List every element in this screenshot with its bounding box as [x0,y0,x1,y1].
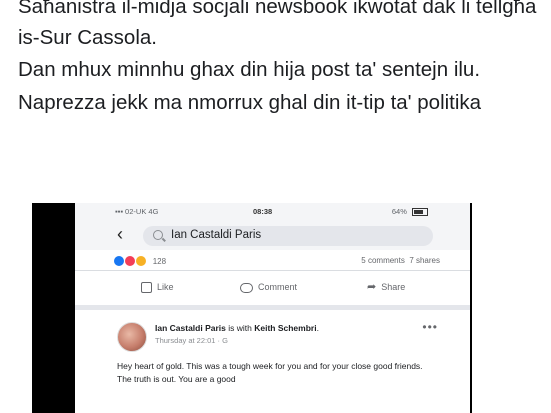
share-label: Share [381,282,406,292]
post-line-2: Dan mhux minnhu ghax din hija post ta' s… [18,58,481,81]
comment-button[interactable]: Comment [240,282,297,293]
more-options-icon[interactable]: ••• [422,320,438,334]
comment-label: Comment [258,282,298,292]
battery-icon [412,208,428,217]
post-text: Saħanistra il-midja soċjali newsbook ikw… [18,0,538,120]
embedded-screenshot[interactable]: ▪▪▪ 02-UK 4G 08:38 64% ‹ Ian Castaldi Pa… [75,203,470,413]
status-bar: ▪▪▪ 02-UK 4G 08:38 64% [75,203,470,220]
like-button[interactable]: Like [141,282,174,294]
post-line-1: Saħanistra il-midja soċjali newsbook ikw… [18,0,537,49]
post-timestamp[interactable]: Thursday at 22:01 · G [155,336,228,345]
post-body: Hey heart of gold. This was a tough week… [117,361,423,384]
thumbs-up-icon [141,282,152,294]
search-icon [153,230,163,240]
post-stats: 128 5 comments 7 shares [75,250,470,271]
tagged-name[interactable]: Keith Schembri [254,323,316,333]
like-reaction-icon [113,255,125,267]
share-count: 7 shares [409,256,440,265]
wow-reaction-icon [135,255,148,267]
comments-shares[interactable]: 5 comments 7 shares [361,256,440,265]
clock: 08:38 [253,207,273,216]
with-text: is with [225,323,255,333]
like-label: Like [157,282,174,292]
action-bar: Like Comment ➦ Share [75,271,470,310]
search-query: Ian Castaldi Paris [171,229,262,241]
share-arrow-icon: ➦ [367,281,377,294]
comment-count: 5 comments [361,256,405,265]
battery-indicator: 64% [391,207,428,217]
battery-percent: 64% [391,207,407,216]
avatar[interactable] [117,322,147,352]
reaction-count: 128 [152,256,167,266]
search-header: ‹ Ian Castaldi Paris [75,220,470,250]
search-input[interactable]: Ian Castaldi Paris [143,226,433,246]
back-arrow-icon[interactable]: ‹ [117,224,123,245]
reaction-summary[interactable]: 128 [113,255,166,267]
carrier-label: ▪▪▪ 02-UK 4G [115,207,159,216]
post-author-line: Ian Castaldi Paris is with Keith Schembr… [155,323,319,333]
author-period: . [316,323,319,333]
post-line-3: Naprezza jekk ma nmorrux ghal din it-tip… [18,90,482,114]
author-name[interactable]: Ian Castaldi Paris [155,323,226,333]
comment-icon [240,282,253,293]
feed-post: Ian Castaldi Paris is with Keith Schembr… [75,310,470,413]
share-button[interactable]: ➦ Share [367,281,406,294]
love-reaction-icon [124,255,137,267]
